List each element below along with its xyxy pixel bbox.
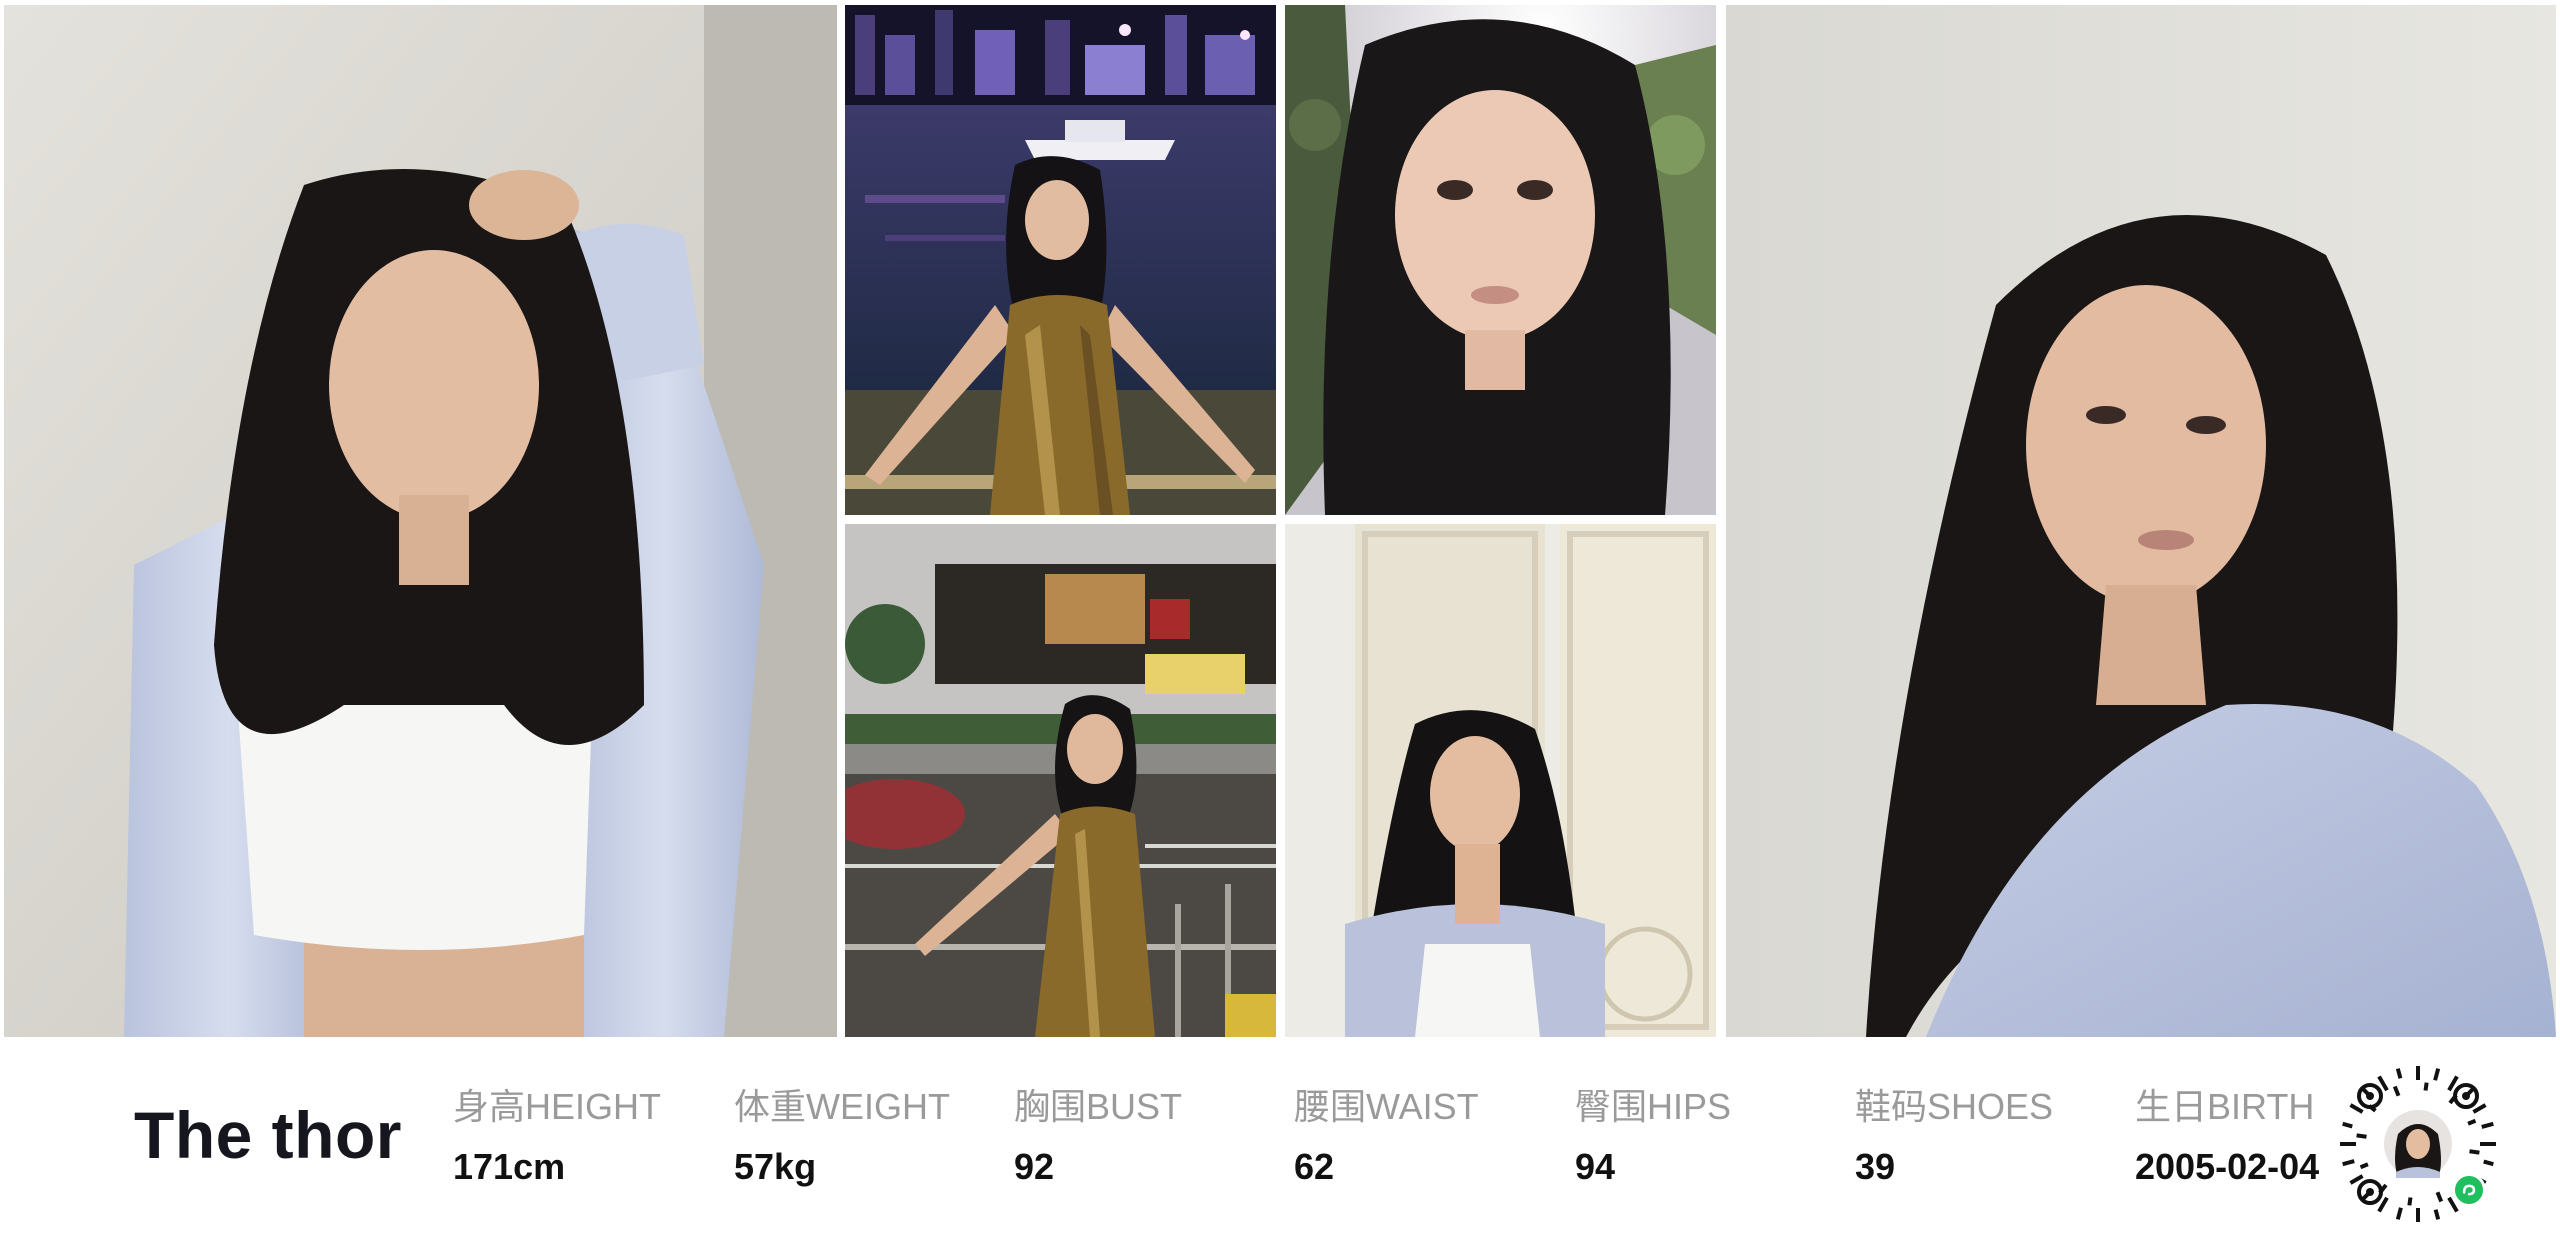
stat-label: 生日BIRTH [2135,1086,2315,1127]
photo-indoor-door [1285,524,1716,1037]
model-name: The thor [134,1098,402,1172]
stat-value: 62 [1294,1146,1335,1187]
stat-value: 94 [1575,1146,1616,1187]
stat-hips: 臀围HIPS 94 [1575,1085,1731,1189]
photo-portrait-arm-raised [4,5,837,1037]
photo-portrait-over-shoulder [1726,5,2556,1037]
stat-weight: 体重WEIGHT 57kg [734,1085,950,1189]
stat-label: 鞋码SHOES [1855,1086,2054,1127]
stat-label: 腰围WAIST [1294,1086,1479,1127]
stat-waist: 腰围WAIST 62 [1294,1085,1479,1189]
stat-value: 57kg [734,1146,817,1187]
photo-night-harbor [845,5,1276,515]
stat-height: 身高HEIGHT 171cm [453,1085,661,1189]
stat-value: 171cm [453,1146,566,1187]
stat-label: 臀围HIPS [1575,1086,1732,1127]
stat-value: 39 [1855,1146,1896,1187]
stat-shoes: 鞋码SHOES 39 [1855,1085,2053,1189]
photo-closeup-selfie [1285,5,1716,515]
stat-bust: 胸围BUST 92 [1014,1085,1182,1189]
stat-value: 2005-02-04 [2135,1146,2320,1187]
stat-label: 身高HEIGHT [453,1086,662,1127]
stat-value: 92 [1014,1146,1055,1187]
stat-birth: 生日BIRTH 2005-02-04 [2135,1085,2319,1189]
stat-label: 胸围BUST [1014,1086,1183,1127]
mini-program-icon [2452,1173,2486,1207]
photo-street-railing [845,524,1276,1037]
stat-label: 体重WEIGHT [734,1086,950,1127]
